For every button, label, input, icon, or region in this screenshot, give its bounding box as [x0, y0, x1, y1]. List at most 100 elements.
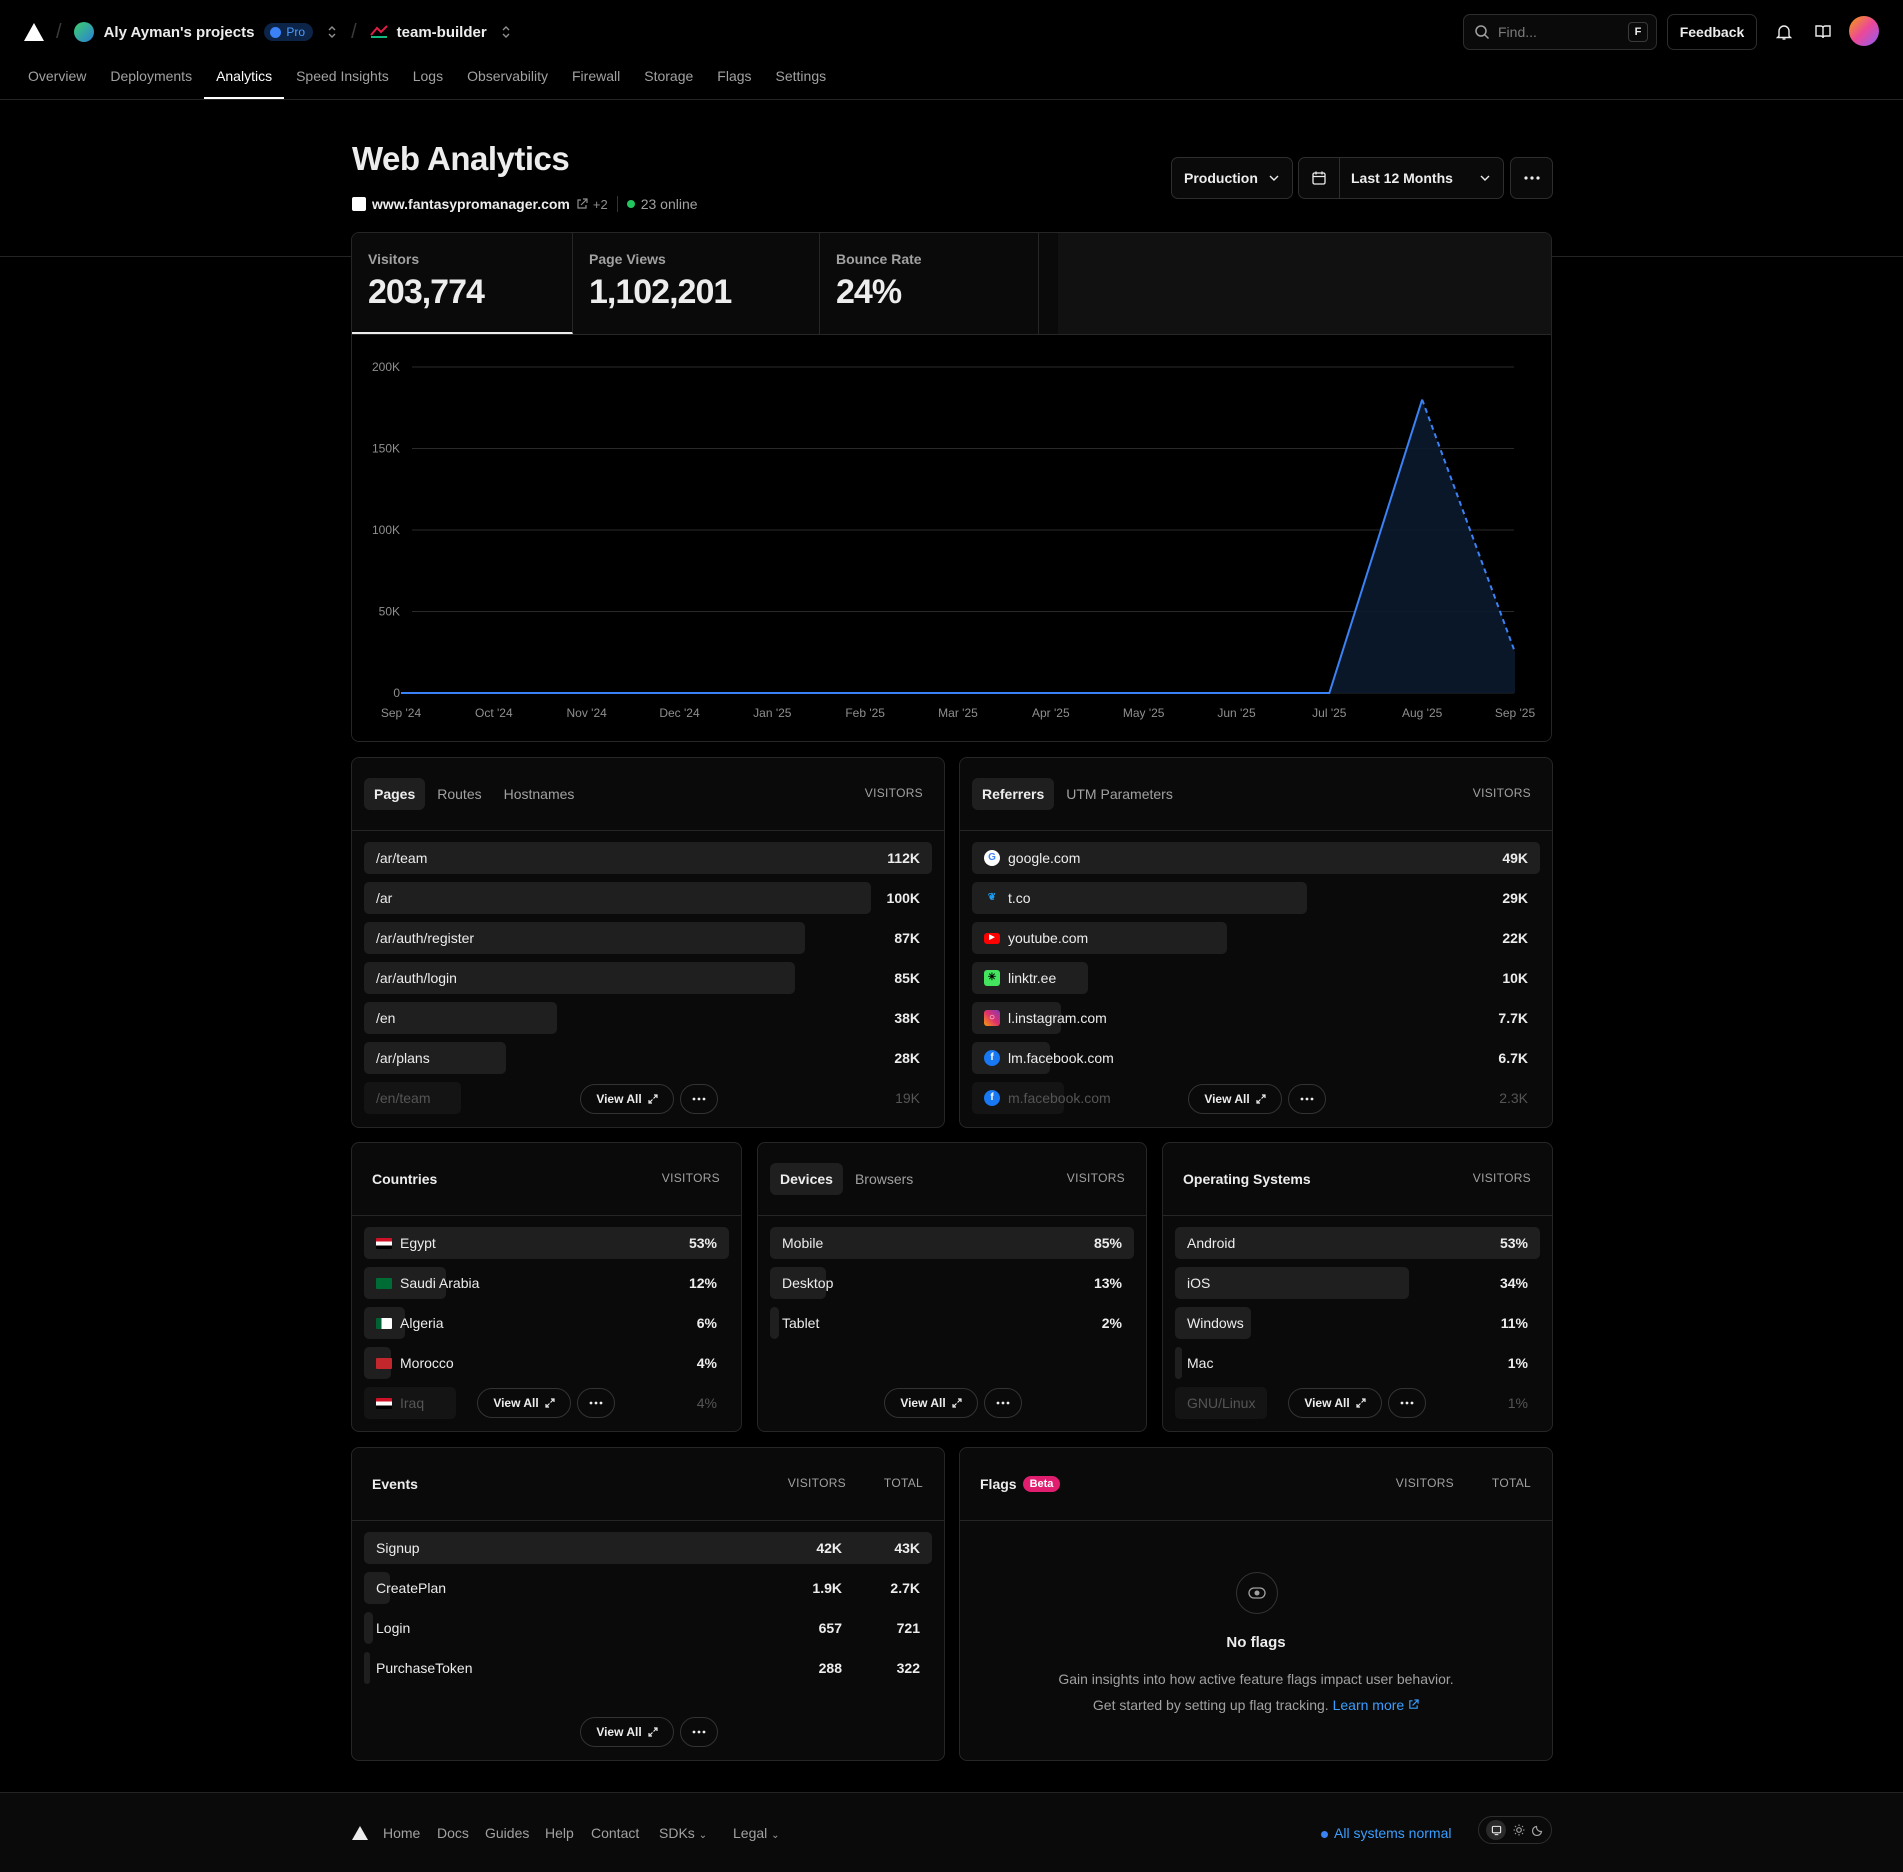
- list-item[interactable]: f lm.facebook.com 6.7K: [972, 1042, 1540, 1074]
- list-item[interactable]: /ar 100K: [364, 882, 932, 914]
- metric-bounce-rate[interactable]: Bounce Rate 24%: [820, 233, 1039, 334]
- footer-link-sdks[interactable]: SDKs ⌄: [659, 1825, 707, 1841]
- list-item[interactable]: Desktop 13%: [770, 1267, 1134, 1299]
- list-item[interactable]: /ar/team 112K: [364, 842, 932, 874]
- tab-hostnames[interactable]: Hostnames: [494, 778, 585, 810]
- list-item[interactable]: ▶ youtube.com 22K: [972, 922, 1540, 954]
- more-horizontal-icon: [692, 1730, 706, 1734]
- more-button[interactable]: [680, 1084, 718, 1114]
- table-row[interactable]: Signup 42K 43K: [364, 1532, 932, 1564]
- list-item[interactable]: ✳ linktr.ee 10K: [972, 962, 1540, 994]
- tab-utm-parameters[interactable]: UTM Parameters: [1056, 778, 1183, 810]
- nav-tab-overview[interactable]: Overview: [16, 64, 98, 99]
- list-item[interactable]: Mobile 85%: [770, 1227, 1134, 1259]
- theme-light-button[interactable]: [1513, 1824, 1525, 1836]
- list-item[interactable]: /ar/plans 28K: [364, 1042, 932, 1074]
- row-value: 49K: [1502, 850, 1528, 866]
- feedback-button[interactable]: Feedback: [1667, 14, 1757, 50]
- row-label-text: /ar: [376, 890, 393, 906]
- list-item[interactable]: /ar/auth/login 85K: [364, 962, 932, 994]
- more-button[interactable]: [680, 1717, 718, 1747]
- table-row[interactable]: PurchaseToken 288 322: [364, 1652, 932, 1684]
- online-indicator: [626, 200, 635, 208]
- list-item[interactable]: Morocco 4%: [364, 1347, 729, 1379]
- vercel-logo-icon[interactable]: [352, 1826, 368, 1840]
- list-item[interactable]: Windows 11%: [1175, 1307, 1540, 1339]
- nav-tab-flags[interactable]: Flags: [705, 64, 763, 99]
- table-row[interactable]: CreatePlan 1.9K 2.7K: [364, 1572, 932, 1604]
- list-item[interactable]: /en 38K: [364, 1002, 932, 1034]
- metric-page-views[interactable]: Page Views 1,102,201: [573, 233, 820, 334]
- more-button[interactable]: [1288, 1084, 1326, 1114]
- more-button[interactable]: [1388, 1388, 1426, 1418]
- list-item[interactable]: Mac 1%: [1175, 1347, 1540, 1379]
- search-input[interactable]: Find... F: [1463, 14, 1657, 50]
- tab-devices[interactable]: Devices: [770, 1163, 843, 1195]
- footer-link-docs[interactable]: Docs: [437, 1825, 469, 1841]
- footer-link-legal[interactable]: Legal ⌄: [733, 1825, 780, 1841]
- metric-value: 1,102,201: [589, 273, 732, 311]
- nav-tab-deployments[interactable]: Deployments: [98, 64, 204, 99]
- nav-tab-speed-insights[interactable]: Speed Insights: [284, 64, 401, 99]
- environment-select[interactable]: Production: [1171, 157, 1293, 199]
- footer-link-guides[interactable]: Guides: [485, 1825, 529, 1841]
- metric-visitors[interactable]: Visitors 203,774: [352, 233, 573, 334]
- footer-link-contact[interactable]: Contact: [591, 1825, 639, 1841]
- row-label: Windows: [1187, 1307, 1244, 1339]
- page-title: Web Analytics: [352, 140, 570, 177]
- list-item[interactable]: ❦ t.co 29K: [972, 882, 1540, 914]
- nav-tab-analytics[interactable]: Analytics: [204, 64, 285, 99]
- notifications-button[interactable]: [1770, 18, 1798, 46]
- more-options-button[interactable]: [1510, 157, 1553, 199]
- list-item[interactable]: iOS 34%: [1175, 1267, 1540, 1299]
- more-button[interactable]: [984, 1388, 1022, 1418]
- list-item[interactable]: Ggoogle.com 49K: [972, 842, 1540, 874]
- nav-tab-logs[interactable]: Logs: [401, 64, 455, 99]
- list-item[interactable]: Saudi Arabia 12%: [364, 1267, 729, 1299]
- calendar-button[interactable]: [1299, 158, 1340, 198]
- nav-tab-settings[interactable]: Settings: [764, 64, 839, 99]
- user-avatar[interactable]: [1849, 16, 1879, 46]
- extra-domains[interactable]: +2: [593, 197, 608, 212]
- nav-tab-observability[interactable]: Observability: [455, 64, 560, 99]
- view-all-button[interactable]: View All: [477, 1388, 571, 1418]
- tab-pages[interactable]: Pages: [364, 778, 426, 810]
- countries-card: Countries VISITORS Egypt 53% Saudi Arabia 1…: [351, 1142, 742, 1432]
- footer-link-home[interactable]: Home: [383, 1825, 420, 1841]
- list-item[interactable]: /ar/auth/register 87K: [364, 922, 932, 954]
- learn-more-link[interactable]: Learn more: [1333, 1697, 1419, 1713]
- row-label: Mac: [1187, 1347, 1213, 1379]
- project-switcher[interactable]: Aly Ayman's projects Pro: [73, 22, 340, 42]
- chevron-updown-icon[interactable]: [325, 25, 339, 39]
- table-row[interactable]: Login 657 721: [364, 1612, 932, 1644]
- view-all-button[interactable]: View All: [884, 1388, 978, 1418]
- chevron-updown-icon[interactable]: [499, 25, 513, 39]
- tab-routes[interactable]: Routes: [427, 778, 491, 810]
- vercel-logo-icon[interactable]: [24, 23, 44, 41]
- more-button[interactable]: [577, 1388, 615, 1418]
- view-all-button[interactable]: View All: [580, 1084, 674, 1114]
- row-label-text: youtube.com: [1008, 930, 1089, 946]
- nav-tab-storage[interactable]: Storage: [632, 64, 705, 99]
- team-name: team-builder: [396, 23, 487, 41]
- view-all-button[interactable]: View All: [1288, 1388, 1382, 1418]
- list-item[interactable]: Android 53%: [1175, 1227, 1540, 1259]
- theme-system-button[interactable]: [1486, 1820, 1507, 1840]
- list-item[interactable]: Algeria 6%: [364, 1307, 729, 1339]
- footer-link-help[interactable]: Help: [545, 1825, 574, 1841]
- nav-tab-firewall[interactable]: Firewall: [560, 64, 632, 99]
- team-switcher[interactable]: team-builder: [369, 24, 513, 41]
- system-status-link[interactable]: All systems normal: [1321, 1825, 1451, 1841]
- theme-dark-button[interactable]: [1531, 1824, 1544, 1836]
- date-range-select[interactable]: Last 12 Months: [1298, 157, 1504, 199]
- docs-button[interactable]: [1809, 18, 1837, 46]
- external-link-icon[interactable]: [576, 198, 588, 210]
- list-item[interactable]: Tablet 2%: [770, 1307, 1134, 1339]
- view-all-button[interactable]: View All: [1188, 1084, 1282, 1114]
- list-item[interactable]: ○ l.instagram.com 7.7K: [972, 1002, 1540, 1034]
- tab-browsers[interactable]: Browsers: [845, 1163, 923, 1195]
- list-item[interactable]: Egypt 53%: [364, 1227, 729, 1259]
- site-link[interactable]: www.fantasypromanager.com: [372, 196, 570, 212]
- tab-referrers[interactable]: Referrers: [972, 778, 1055, 810]
- view-all-button[interactable]: View All: [580, 1717, 674, 1747]
